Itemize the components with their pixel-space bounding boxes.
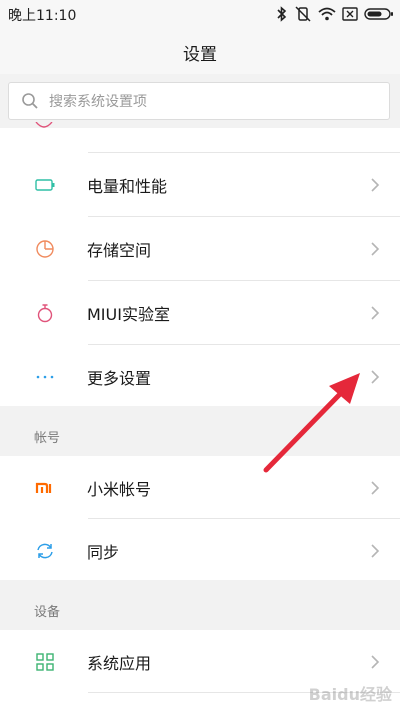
annotation-arrow [263, 373, 360, 473]
watermark: Baidu经验 [308, 685, 392, 704]
